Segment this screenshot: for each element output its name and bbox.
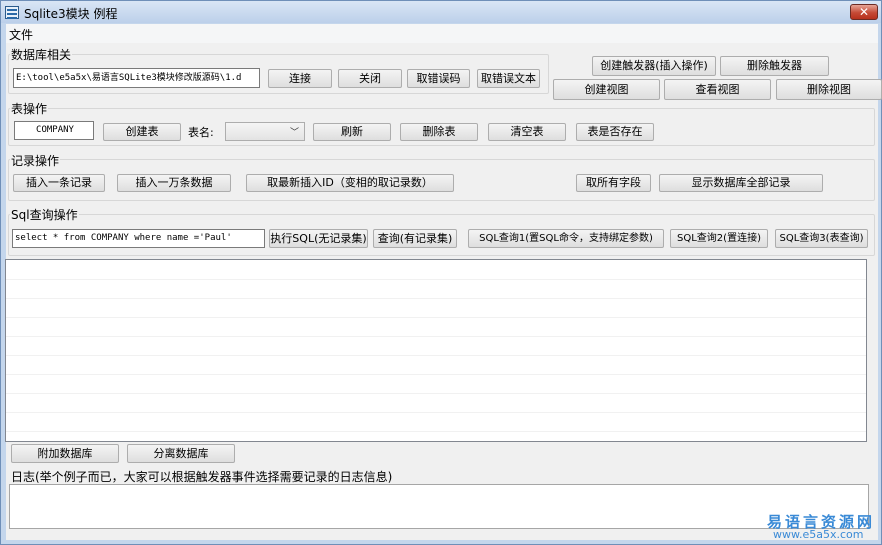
list-row (6, 298, 866, 318)
clear-table-button[interactable]: 清空表 (488, 123, 566, 141)
app-icon (5, 6, 19, 19)
list-row (6, 260, 866, 280)
table-name-label: 表名: (188, 126, 214, 139)
create-trigger-button[interactable]: 创建触发器(插入操作) (592, 56, 716, 76)
connect-button[interactable]: 连接 (268, 69, 332, 88)
list-row (6, 412, 866, 432)
title-bar (1, 1, 881, 23)
list-row (6, 355, 866, 375)
sql-query1-button[interactable]: SQL查询1(置SQL命令，支持绑定参数) (468, 229, 664, 248)
list-row (6, 317, 866, 337)
close-button[interactable]: ✕ (850, 4, 878, 20)
log-textarea[interactable] (9, 484, 869, 529)
table-exists-button[interactable]: 表是否存在 (576, 123, 654, 141)
create-table-button[interactable]: 创建表 (103, 123, 181, 141)
menu-file[interactable]: 文件 (9, 26, 33, 43)
delete-view-button[interactable]: 删除视图 (776, 79, 882, 100)
sql-input[interactable]: select * from COMPANY where name ='Paul' (12, 229, 265, 248)
refresh-button[interactable]: 刷新 (313, 123, 391, 141)
db-group-label: 数据库相关 (10, 46, 73, 63)
window-title: Sqlite3模块 例程 (24, 7, 118, 21)
table-name-input[interactable]: COMPANY (14, 121, 94, 140)
last-insert-id-button[interactable]: 取最新插入ID（变相的取记录数） (246, 174, 454, 192)
list-row (6, 393, 866, 413)
get-error-code-button[interactable]: 取错误码 (407, 69, 470, 88)
insert-one-button[interactable]: 插入一条记录 (13, 174, 105, 192)
list-row (6, 336, 866, 356)
list-row (6, 374, 866, 394)
insert-10k-button[interactable]: 插入一万条数据 (117, 174, 231, 192)
attach-db-button[interactable]: 附加数据库 (11, 444, 119, 463)
watermark-url: www.e5a5x.com (773, 528, 864, 541)
sql-query2-button[interactable]: SQL查询2(置连接) (670, 229, 768, 248)
chevron-down-icon: ﹀ (289, 128, 299, 138)
sql-query3-button[interactable]: SQL查询3(表查询) (775, 229, 868, 248)
table-select[interactable]: ﹀ (225, 122, 305, 141)
list-row (6, 279, 866, 299)
get-fields-button[interactable]: 取所有字段 (576, 174, 651, 192)
sql-group-label: Sql查询操作 (10, 206, 79, 223)
result-list[interactable] (5, 259, 867, 442)
detach-db-button[interactable]: 分离数据库 (127, 444, 235, 463)
menu-bar (6, 24, 878, 43)
table-group-label: 表操作 (10, 100, 49, 117)
delete-trigger-button[interactable]: 删除触发器 (720, 56, 829, 76)
db-path-input[interactable]: E:\tool\e5a5x\易语言SQLite3模块修改版源码\1.d (13, 68, 260, 88)
show-all-records-button[interactable]: 显示数据库全部记录 (659, 174, 823, 192)
delete-table-button[interactable]: 删除表 (400, 123, 478, 141)
get-error-text-button[interactable]: 取错误文本 (477, 69, 540, 88)
create-view-button[interactable]: 创建视图 (553, 79, 660, 100)
log-label: 日志(举个例子而已，大家可以根据触发器事件选择需要记录的日志信息) (10, 468, 394, 485)
exec-sql-button[interactable]: 执行SQL(无记录集) (269, 229, 368, 248)
query-button[interactable]: 查询(有记录集) (373, 229, 457, 248)
record-group-label: 记录操作 (10, 152, 61, 169)
close-db-button[interactable]: 关闭 (338, 69, 402, 88)
view-views-button[interactable]: 查看视图 (664, 79, 771, 100)
